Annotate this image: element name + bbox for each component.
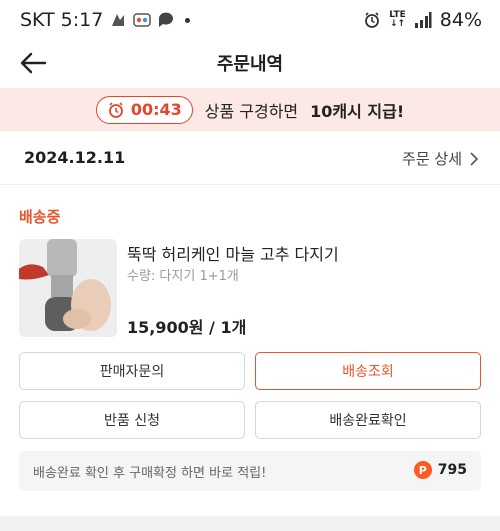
chevron-right-icon <box>470 151 478 166</box>
timer-value: 00:43 <box>130 100 182 119</box>
confirm-delivery-button[interactable]: 배송완료확인 <box>255 401 481 439</box>
status-left: SKT 5:17 <box>20 9 191 31</box>
section-divider <box>0 516 500 531</box>
banner-reward: 10캐시 지급! <box>310 101 405 121</box>
order-header: 2024.12.11 주문 상세 <box>0 133 500 185</box>
points-icon: P <box>413 461 432 479</box>
seller-inquiry-button[interactable]: 판매자문의 <box>19 352 245 390</box>
status-right: LTE ↓↑ 84% <box>363 9 482 31</box>
clock: 5:17 <box>60 9 104 31</box>
product-name[interactable]: 뚝딱 허리케인 마늘 고추 다지기 <box>127 241 339 265</box>
more-notifications-dot <box>185 17 191 23</box>
status-bar: SKT 5:17 LTE ↓↑ 84% <box>0 0 500 40</box>
shipment-status: 배송중 <box>19 208 61 226</box>
product-price: 15,900원 / 1개 <box>127 318 247 337</box>
track-delivery-button[interactable]: 배송조회 <box>255 352 481 390</box>
google-photos-icon <box>133 13 152 27</box>
cash-reward-banner[interactable]: 00:43 상품 구경하면 10캐시 지급! <box>0 88 500 131</box>
app-header: 주문내역 <box>0 40 500 86</box>
product-thumbnail[interactable] <box>19 239 117 337</box>
countdown-timer: 00:43 <box>95 95 193 124</box>
carrier-label: SKT <box>20 9 55 31</box>
signal-icon <box>414 12 432 28</box>
order-detail-link[interactable]: 주문 상세 <box>402 148 478 169</box>
reward-points-value: 795 <box>437 462 467 478</box>
page-title: 주문내역 <box>216 54 284 75</box>
product-option: 수량: 다지기 1+1개 <box>127 269 239 284</box>
reward-points: P 795 <box>413 461 467 479</box>
lte-indicator: LTE ↓↑ <box>389 10 406 29</box>
alarm-clock-icon <box>108 101 123 118</box>
banner-message: 상품 구경하면 <box>204 101 299 121</box>
return-request-button[interactable]: 반품 신청 <box>19 401 245 439</box>
reward-message: 배송완료 확인 후 구매확정 하면 바로 적립! <box>33 466 267 481</box>
app-notification-icon <box>112 14 125 26</box>
alarm-icon <box>365 12 380 28</box>
order-detail-label: 주문 상세 <box>402 150 462 168</box>
chat-bubble-icon <box>159 12 174 27</box>
order-date: 2024.12.11 <box>24 148 126 167</box>
battery-percent: 84% <box>439 9 482 31</box>
garlic-chopper-image <box>19 239 117 337</box>
points-reward-bar: 배송완료 확인 후 구매확정 하면 바로 적립! P 795 <box>19 451 481 491</box>
